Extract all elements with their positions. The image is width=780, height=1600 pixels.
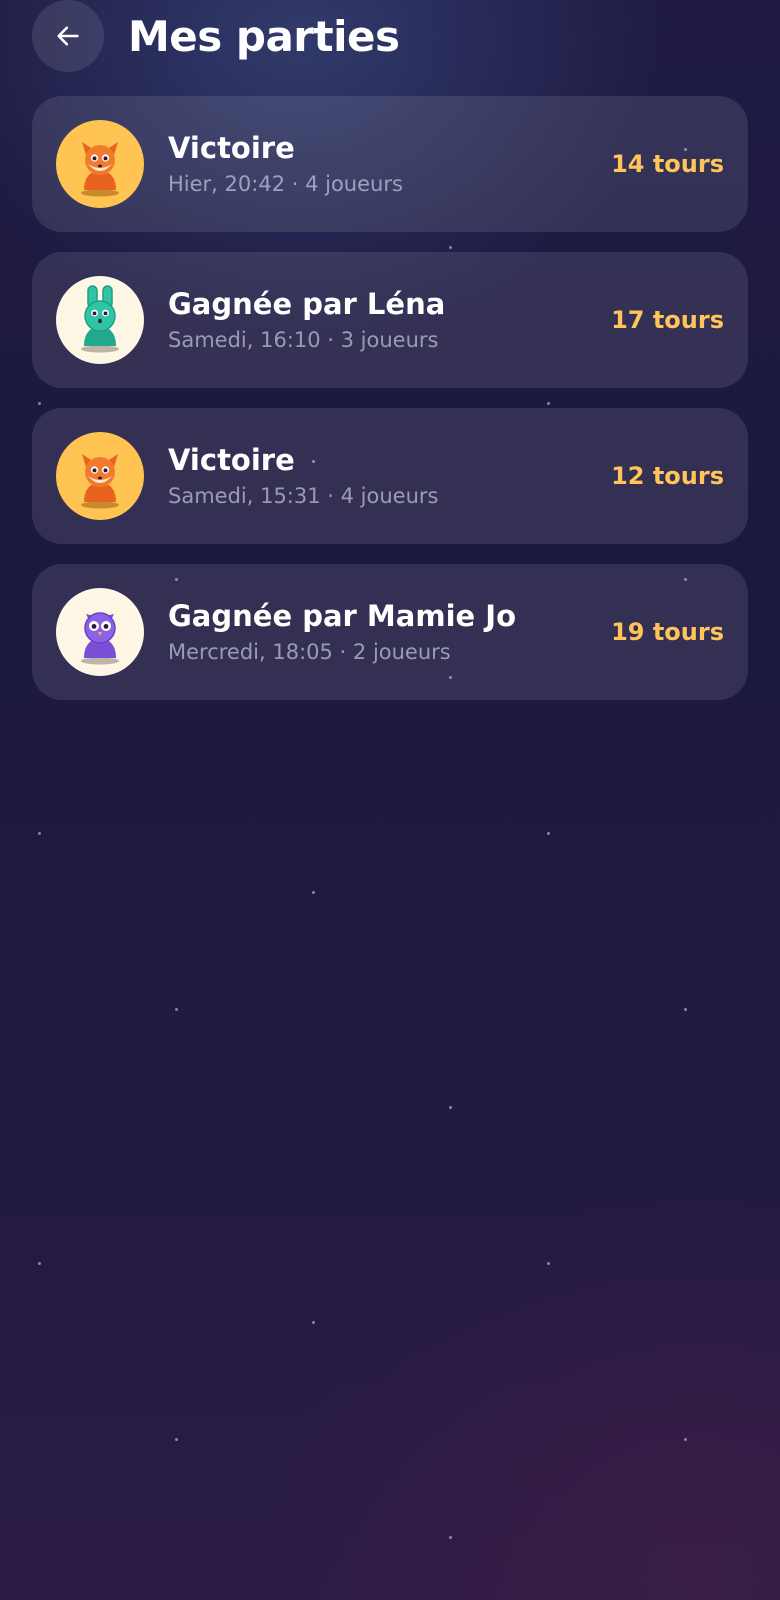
turns-count: 12 tours	[611, 462, 724, 490]
turns-count: 14 tours	[611, 150, 724, 178]
game-card[interactable]: Gagnée par Mamie Jo Mercredi, 18:05 · 2 …	[32, 564, 748, 700]
game-meta: Samedi, 15:31 · 4 joueurs	[168, 484, 439, 508]
game-title: Gagnée par Mamie Jo	[168, 599, 516, 633]
game-title: Victoire	[168, 443, 295, 477]
fox-avatar	[56, 120, 144, 208]
back-button[interactable]	[32, 0, 104, 72]
game-title: Gagnée par Léna	[168, 287, 446, 321]
game-meta: Hier, 20:42 · 4 joueurs	[168, 172, 403, 196]
fox-icon	[81, 454, 119, 509]
header: Mes parties	[32, 0, 400, 72]
game-title: Victoire	[168, 131, 295, 165]
turns-count: 19 tours	[611, 618, 724, 646]
game-meta: Mercredi, 18:05 · 2 joueurs	[168, 640, 451, 664]
bunny-avatar	[56, 276, 144, 364]
game-info: Gagnée par Mamie Jo Mercredi, 18:05 · 2 …	[168, 598, 599, 666]
fox-avatar	[56, 432, 144, 520]
games-list: Victoire Hier, 20:42 · 4 joueurs 14 tour…	[32, 96, 748, 720]
owl-avatar	[56, 588, 144, 676]
arrow-left-icon	[57, 26, 79, 46]
page-title: Mes parties	[128, 11, 400, 61]
bunny-icon	[81, 285, 119, 353]
game-info: Victoire Hier, 20:42 · 4 joueurs	[168, 130, 599, 198]
game-card[interactable]: Victoire Hier, 20:42 · 4 joueurs 14 tour…	[32, 96, 748, 232]
owl-icon	[81, 612, 119, 665]
fox-icon	[81, 142, 119, 197]
game-info: Victoire Samedi, 15:31 · 4 joueurs	[168, 442, 599, 510]
game-meta: Samedi, 16:10 · 3 joueurs	[168, 328, 439, 352]
game-card[interactable]: Gagnée par Léna Samedi, 16:10 · 3 joueur…	[32, 252, 748, 388]
turns-count: 17 tours	[611, 306, 724, 334]
game-info: Gagnée par Léna Samedi, 16:10 · 3 joueur…	[168, 286, 599, 354]
game-card[interactable]: Victoire Samedi, 15:31 · 4 joueurs 12 to…	[32, 408, 748, 544]
